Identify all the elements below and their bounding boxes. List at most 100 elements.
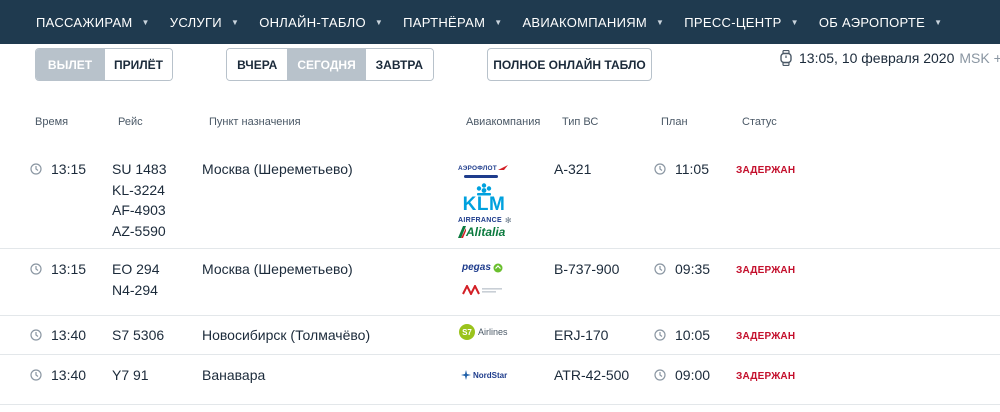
flight-number[interactable]: KL-3224 (112, 180, 166, 201)
flight-number[interactable]: N4-294 (112, 280, 159, 301)
flight-numbers: SU 1483 KL-3224 AF-4903 AZ-5590 (112, 159, 166, 241)
flight-number[interactable]: S7 5306 (112, 325, 164, 346)
header-destination: Пункт назначения (209, 116, 301, 128)
plan-value: 09:00 (675, 367, 711, 383)
s7-logo-badge: S7 (462, 327, 472, 337)
tomorrow-button[interactable]: ЗАВТРА (364, 49, 433, 80)
today-button[interactable]: СЕГОДНЯ (287, 49, 365, 80)
nav-item-about-airport[interactable]: ОБ АЭРОПОРТЕ ▼ (819, 15, 942, 30)
flight-number[interactable]: AF-4903 (112, 200, 166, 221)
nav-item-online-board[interactable]: ОНЛАЙН-ТАБЛО ▼ (259, 15, 383, 30)
current-time: 13:05, 10 февраля 2020 MSK +4 (780, 50, 1000, 66)
table-row[interactable]: 13:15 SU 1483 KL-3224 AF-4903 AZ-5590 Мо… (0, 148, 1000, 249)
skyteam-ribbon (464, 175, 498, 178)
current-datetime: 13:05, 10 февраля 2020 (799, 50, 955, 66)
day-toggle: ВЧЕРА СЕГОДНЯ ЗАВТРА (226, 48, 434, 81)
header-flight: Рейс (118, 116, 143, 128)
clock-icon (654, 163, 666, 175)
destination: Москва (Шереметьево) (202, 161, 353, 177)
clock-icon (654, 329, 666, 341)
nav-item-label: ПАРТНЁРАМ (403, 14, 486, 30)
time-value: 13:40 (51, 367, 87, 383)
time-value: 13:15 (51, 261, 87, 277)
chevron-down-icon: ▼ (656, 17, 665, 27)
nav-item-label: ОБ АЭРОПОРТЕ (818, 14, 926, 30)
aircraft-type: ERJ-170 (554, 327, 609, 343)
direction-toggle: ВЫЛЕТ ПРИЛЁТ (35, 48, 173, 81)
chevron-down-icon: ▼ (934, 17, 943, 27)
clock-icon (30, 369, 42, 381)
clock-icon (654, 263, 666, 275)
header-plan: План (661, 116, 688, 128)
plan-value: 11:05 (675, 161, 709, 177)
flight-number[interactable]: EO 294 (112, 259, 159, 280)
clock-icon (30, 163, 42, 175)
planned-time: 11:05 (654, 161, 709, 177)
header-status: Статус (742, 116, 777, 128)
nordstar-logo: NordStar (461, 370, 507, 380)
klm-logo: KLM (458, 182, 510, 214)
nav-item-airlines[interactable]: АВИАКОМПАНИЯМ ▼ (522, 15, 664, 30)
flight-number[interactable]: Y7 91 (112, 365, 149, 386)
planned-time: 09:00 (654, 367, 710, 383)
planned-time: 10:05 (654, 327, 710, 343)
chevron-down-icon: ▼ (494, 17, 503, 27)
status-badge: ЗАДЕРЖАН (736, 265, 796, 276)
table-row[interactable]: 13:15 EO 294 N4-294 Москва (Шереметьево)… (0, 249, 1000, 316)
full-online-board-button[interactable]: ПОЛНОЕ ОНЛАЙН ТАБЛО (487, 48, 652, 81)
s7-logo-text: Airlines (478, 327, 508, 337)
pegas-logo: pegas (462, 262, 503, 273)
header-time: Время (35, 116, 69, 128)
flight-number[interactable]: AZ-5590 (112, 221, 166, 242)
aeroflot-logo-text: АЭРОФЛОТ (458, 164, 497, 172)
time-value: 13:40 (51, 327, 87, 343)
nav-item-label: АВИАКОМПАНИЯМ (522, 14, 648, 30)
arrival-button[interactable]: ПРИЛЁТ (104, 49, 172, 80)
klm-logo-text: KLM (462, 194, 506, 215)
status-badge: ЗАДЕРЖАН (736, 165, 796, 176)
nav-item-partners[interactable]: ПАРТНЁРАМ ▼ (403, 15, 502, 30)
header-airline: Авиакомпания (466, 116, 541, 128)
yesterday-button[interactable]: ВЧЕРА (227, 49, 288, 80)
s7-logo: S7 Airlines (459, 324, 508, 340)
nav-item-press-center[interactable]: ПРЕСС-ЦЕНТР ▼ (684, 15, 799, 30)
airline-logos: АЭРОФЛОТ KLM AIRFRANCE ✻ Alitalia (458, 162, 512, 239)
aeroflot-logo: АЭРОФЛОТ (458, 162, 509, 174)
flight-numbers: Y7 91 (112, 365, 149, 386)
clock-icon (30, 329, 42, 341)
plan-value: 09:35 (675, 261, 711, 277)
pegas-logo-text: pegas (462, 262, 491, 273)
destination: Москва (Шереметьево) (202, 261, 353, 277)
chevron-down-icon: ▼ (790, 17, 799, 27)
timezone-label: MSK +4 (959, 50, 1000, 66)
planned-time: 09:35 (654, 261, 710, 277)
status-badge: ЗАДЕРЖАН (736, 371, 796, 382)
clock-icon (30, 263, 42, 275)
table-row[interactable]: 13:40 S7 5306 Новосибирск (Толмачёво) S7… (0, 316, 1000, 355)
chevron-down-icon: ▼ (230, 17, 240, 27)
nav-item-passengers[interactable]: ПАССАЖИРАМ ▼ (36, 15, 150, 30)
flight-number[interactable]: SU 1483 (112, 159, 166, 180)
airline-logos: NordStar (461, 370, 507, 380)
main-nav: ПАССАЖИРАМ ▼ УСЛУГИ ▼ ОНЛАЙН-ТАБЛО ▼ ПАРТНЁ… (0, 0, 1000, 44)
nav-item-label: УСЛУГИ (169, 14, 222, 30)
watch-icon (780, 50, 792, 66)
aircraft-type: B-737-900 (554, 261, 620, 277)
status-badge: ЗАДЕРЖАН (736, 331, 796, 342)
flight-numbers: S7 5306 (112, 325, 164, 346)
airline-logos: pegas (462, 262, 504, 295)
departure-button[interactable]: ВЫЛЕТ (36, 49, 104, 80)
chevron-down-icon: ▼ (141, 17, 150, 27)
nav-item-services[interactable]: УСЛУГИ ▼ (170, 15, 239, 30)
chevron-down-icon: ▼ (374, 17, 384, 27)
departure-time: 13:15 (30, 161, 86, 177)
nav-item-label: ПАССАЖИРАМ (36, 14, 133, 30)
table-row[interactable]: 13:40 Y7 91 Ванавара NordStar ATR-42-500… (0, 355, 1000, 405)
time-value: 13:15 (51, 161, 87, 177)
nav-item-label: ОНЛАЙН-ТАБЛО (259, 14, 366, 30)
plan-value: 10:05 (675, 327, 711, 343)
departure-time: 13:40 (30, 367, 86, 383)
destination: Новосибирск (Толмачёво) (202, 327, 371, 343)
alitalia-logo-text: Alitalia (466, 225, 506, 239)
nav-item-label: ПРЕСС-ЦЕНТР (684, 14, 782, 30)
